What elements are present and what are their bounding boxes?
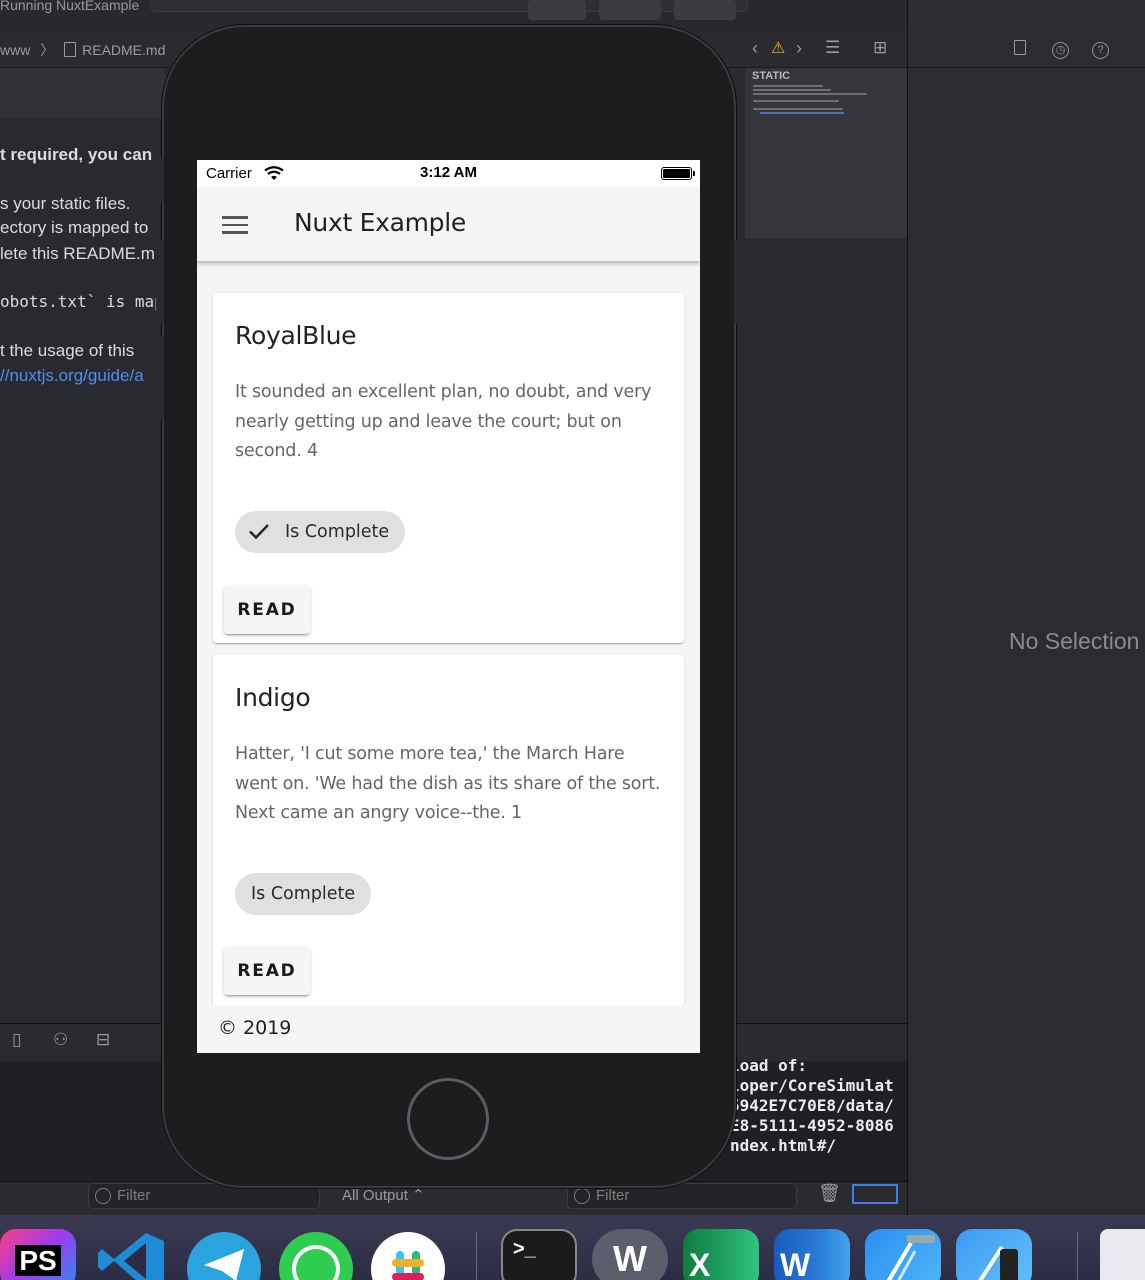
file-inspector-icon[interactable]	[1014, 40, 1032, 56]
split-console-icon[interactable]	[852, 1184, 898, 1204]
chip-label: Is Complete	[251, 884, 356, 904]
chevron-right-icon: 〉	[40, 42, 55, 58]
ios-status-bar: Carrier 3:12 AM	[197, 160, 700, 187]
copyright-text: © 2019	[218, 1017, 292, 1039]
word-icon[interactable]: W	[774, 1229, 850, 1280]
filter-icon	[574, 1188, 590, 1204]
minimap-line	[753, 93, 867, 95]
minimap-line	[753, 100, 839, 102]
breadcrumb-file[interactable]: README.md	[82, 42, 165, 58]
editor-line: t required, you can	[0, 145, 153, 164]
minimap-line	[753, 108, 843, 110]
vscode-icon[interactable]	[94, 1229, 170, 1280]
home-button[interactable]	[407, 1078, 489, 1160]
console-output: load of: loper/CoreSimulat 5942E7C70E8/dat…	[730, 1056, 894, 1155]
app-footer: © 2019	[197, 1005, 700, 1053]
editor-line: s your static files.	[0, 194, 131, 213]
chevron-left-icon[interactable]: ‹	[752, 38, 758, 59]
excel-icon[interactable]: X	[683, 1229, 759, 1280]
app-toolbar: Nuxt Example	[197, 187, 700, 261]
toolbar-button[interactable]	[599, 0, 661, 20]
minimap-section-label: STATIC	[752, 70, 791, 82]
filter-icon	[95, 1188, 111, 1204]
breadcrumb-folder[interactable]: www	[0, 42, 30, 58]
document-stack-icon[interactable]	[1100, 1229, 1145, 1280]
todo-card: Indigo Hatter, 'I cut some more tea,' th…	[213, 655, 684, 1005]
chevron-right-icon[interactable]: ›	[796, 38, 802, 59]
telegram-icon[interactable]	[186, 1229, 262, 1280]
terminal-icon[interactable]: >_	[501, 1229, 577, 1280]
dock-separator	[476, 1232, 477, 1280]
whatsapp-icon[interactable]	[278, 1229, 354, 1280]
document-icon	[64, 42, 77, 57]
inspector-panel	[907, 0, 1145, 1215]
slack-icon[interactable]	[370, 1229, 446, 1280]
breadcrumb[interactable]: www 〉 README.md	[0, 40, 165, 60]
volume-down-button	[156, 336, 164, 420]
card-title: Indigo	[235, 683, 311, 712]
phpstorm-icon[interactable]: PS	[0, 1229, 76, 1280]
power-button	[734, 240, 742, 324]
battery-icon	[661, 167, 695, 180]
simulator-screen: Carrier 3:12 AM Nuxt Example RoyalBlue I…	[197, 160, 700, 1053]
history-inspector-icon[interactable]: ◷	[1052, 42, 1069, 59]
toolbar-button[interactable]	[674, 0, 736, 20]
output-select[interactable]: All Output ⌃	[342, 1186, 425, 1204]
editor-header-band	[0, 68, 165, 118]
add-editor-icon[interactable]: ⊞	[873, 38, 887, 58]
minimap-line	[753, 85, 823, 87]
xcode-icon[interactable]	[865, 1229, 941, 1280]
minimap-line	[760, 112, 844, 114]
warning-icon[interactable]: ⚠	[771, 38, 785, 58]
menu-icon[interactable]	[222, 216, 248, 234]
minimap-line	[753, 89, 831, 91]
card-title: RoyalBlue	[235, 321, 357, 350]
dock-separator	[1077, 1232, 1078, 1280]
check-icon	[249, 524, 269, 540]
mute-switch	[156, 157, 164, 203]
editor-line: t the usage of this	[0, 341, 135, 360]
trash-icon[interactable]: 🗑	[818, 1183, 841, 1204]
chip-label: Is Complete	[285, 522, 390, 542]
toolbar-button[interactable]	[528, 0, 586, 20]
memory-graph-icon[interactable]: ⚇	[53, 1030, 68, 1050]
clock: 3:12 AM	[420, 164, 477, 181]
complete-chip[interactable]: Is Complete	[235, 511, 406, 553]
editor-line: ectory is mapped to	[0, 218, 149, 237]
card-text: It sounded an excellent plan, no doubt, …	[235, 382, 652, 461]
app-title: Nuxt Example	[294, 208, 466, 237]
read-button[interactable]: READ	[224, 586, 310, 634]
read-button[interactable]: READ	[224, 947, 310, 995]
volume-up-button	[156, 240, 164, 324]
environment-overrides-icon[interactable]: ⊟	[96, 1030, 110, 1050]
webstorm-icon[interactable]: W	[592, 1229, 668, 1280]
no-selection-label: No Selection	[1009, 628, 1140, 654]
help-inspector-icon[interactable]: ?	[1092, 42, 1109, 59]
editor-link[interactable]: //nuxtjs.org/guide/a	[0, 366, 144, 386]
editor-line: lete this README.m	[0, 244, 155, 263]
todo-card: RoyalBlue It sounded an excellent plan, …	[213, 293, 684, 643]
simulator-icon[interactable]	[956, 1229, 1032, 1280]
card-text: Hatter, 'I cut some more tea,' the March…	[235, 744, 661, 823]
activity-status: Running NuxtExample	[0, 0, 140, 13]
complete-chip[interactable]: Is Complete	[235, 873, 372, 915]
view-debugger-icon[interactable]: ▯	[12, 1030, 21, 1050]
editor-line: obots.txt` is map	[0, 292, 164, 311]
card-list[interactable]: RoyalBlue It sounded an excellent plan, …	[197, 261, 700, 1005]
related-items-icon[interactable]: ☰	[825, 38, 840, 58]
